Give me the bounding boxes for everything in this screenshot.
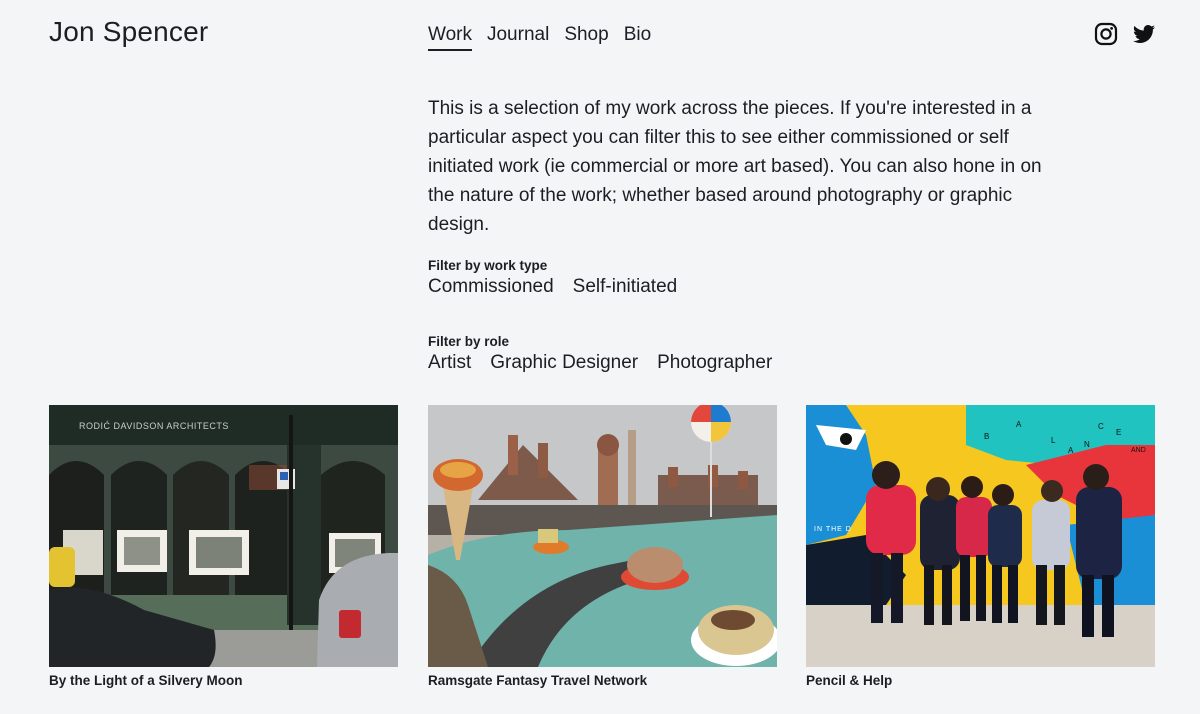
filter-option-photographer[interactable]: Photographer [657,352,772,374]
project-image-mural[interactable]: B A L A N C E AND IN THE D [806,405,1155,667]
project-caption[interactable]: Pencil & Help [806,673,1155,688]
filter-option-artist[interactable]: Artist [428,352,471,374]
project-tile-silvery-moon[interactable]: RODIĆ DAVIDSON ARCHITECTS By the Light o… [49,405,398,688]
twitter-icon[interactable] [1132,22,1156,46]
mural-letter: N [1084,440,1090,449]
mural-letter: C [1098,422,1104,431]
filter-role-label: Filter by role [428,334,510,349]
filter-option-graphic-designer[interactable]: Graphic Designer [490,352,638,374]
nav-item-work[interactable]: Work [428,24,472,51]
project-tile-ramsgate[interactable]: Ramsgate Fantasy Travel Network [428,405,777,688]
project-caption[interactable]: Ramsgate Fantasy Travel Network [428,673,777,688]
mural-letter: A [1016,420,1022,429]
intro-text: This is a selection of my work across th… [428,98,1042,235]
mural-letter: B [984,432,989,441]
nav-item-journal[interactable]: Journal [487,24,549,51]
instagram-icon[interactable] [1094,22,1118,46]
mural-letter: AND [1131,447,1146,454]
mural-letter: L [1051,436,1056,445]
project-image-collage[interactable] [428,405,777,667]
social-links [1094,22,1156,46]
filter-work-type: Filter by work type Commissioned Self-in… [428,258,696,298]
filter-work-type-label: Filter by work type [428,258,548,273]
filter-option-self-initiated[interactable]: Self-initiated [573,276,678,298]
project-caption[interactable]: By the Light of a Silvery Moon [49,673,398,688]
project-tile-pencil-help[interactable]: B A L A N C E AND IN THE D Pencil & Help [806,405,1155,688]
project-image-shopfront[interactable]: RODIĆ DAVIDSON ARCHITECTS [49,405,398,667]
shop-sign-text: RODIĆ DAVIDSON ARCHITECTS [79,421,229,431]
main-nav: Work Journal Shop Bio [428,24,666,51]
nav-item-shop[interactable]: Shop [564,24,608,51]
mural-letter: IN THE D [814,526,852,533]
filter-option-commissioned[interactable]: Commissioned [428,276,554,298]
site-title[interactable]: Jon Spencer [49,16,208,48]
mural-letter: A [1068,446,1074,455]
nav-item-bio[interactable]: Bio [624,24,651,51]
filter-role: Filter by role Artist Graphic Designer P… [428,334,791,374]
mural-letter: E [1116,428,1121,437]
